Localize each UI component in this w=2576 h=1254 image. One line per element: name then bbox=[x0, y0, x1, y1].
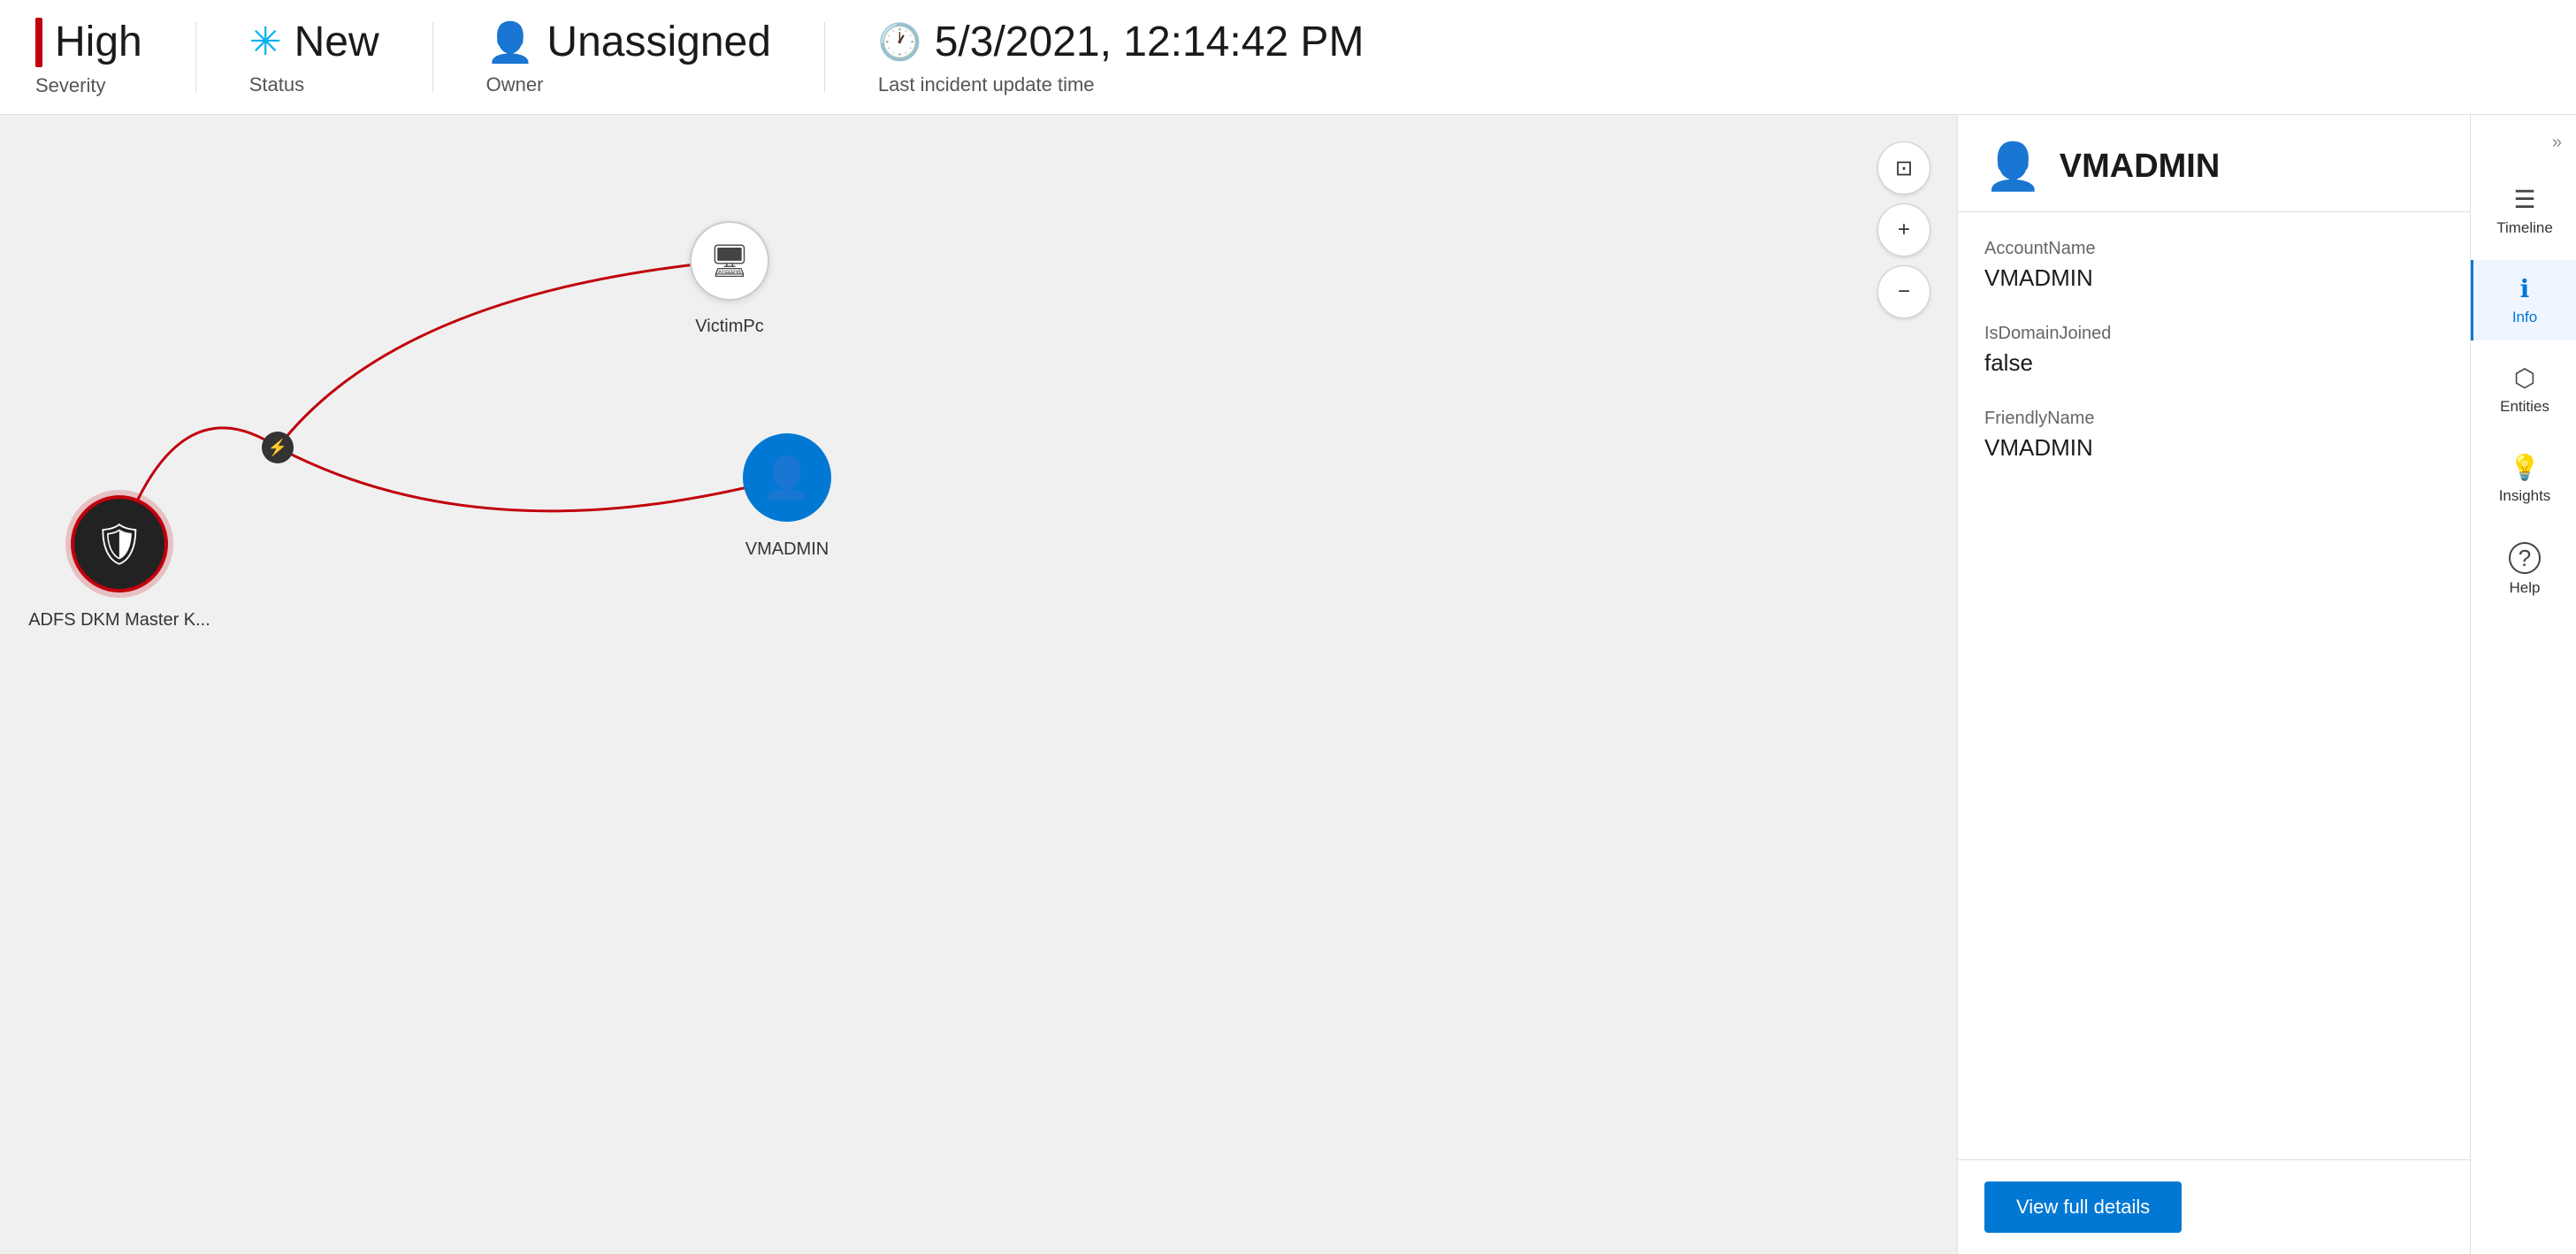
graph-svg bbox=[0, 115, 1957, 1254]
severity-bar bbox=[35, 18, 42, 67]
info-field-0: AccountName VMADMIN bbox=[1984, 239, 2443, 292]
severity-label: High bbox=[55, 18, 142, 66]
alert-node[interactable]: 🛡 bbox=[71, 495, 168, 593]
time-item: 🕐 5/3/2021, 12:14:42 PM Last incident up… bbox=[878, 18, 1364, 96]
zoom-in-button[interactable]: + bbox=[1877, 203, 1930, 256]
status-icon: ✳ bbox=[249, 19, 282, 65]
main-layout: 🛡 ADFS DKM Master K... ⚡ 🖥 VictimPc 👤 VM… bbox=[0, 115, 2576, 1254]
info-value-0: VMADMIN bbox=[1984, 264, 2443, 292]
info-value-2: VMADMIN bbox=[1984, 434, 2443, 462]
side-nav: » ☰ Timeline ℹ Info ⬡ Entities 💡 Insight… bbox=[2470, 115, 2576, 1254]
info-field-1: IsDomainJoined false bbox=[1984, 324, 2443, 377]
info-label: Info bbox=[2512, 309, 2537, 326]
view-full-details-button[interactable]: View full details bbox=[1984, 1181, 2182, 1233]
timeline-label: Timeline bbox=[2496, 219, 2553, 237]
divider-3 bbox=[824, 22, 825, 93]
graph-area[interactable]: 🛡 ADFS DKM Master K... ⚡ 🖥 VictimPc 👤 VM… bbox=[0, 115, 1957, 1254]
panel-content: AccountName VMADMIN IsDomainJoined false… bbox=[1958, 212, 2470, 1159]
alert-node-label: ADFS DKM Master K... bbox=[28, 610, 210, 631]
collapse-icon: » bbox=[2552, 133, 2562, 153]
status-item[interactable]: ✳ New Status bbox=[249, 18, 379, 96]
entities-label: Entities bbox=[2500, 398, 2549, 416]
sidenav-timeline[interactable]: ☰ Timeline bbox=[2471, 171, 2576, 251]
collapse-button[interactable]: » bbox=[2471, 133, 2576, 153]
panel-header-icon: 👤 bbox=[1984, 140, 2042, 194]
sidenav-entities[interactable]: ⬡ Entities bbox=[2471, 349, 2576, 430]
timeline-icon: ☰ bbox=[2513, 185, 2535, 214]
info-label-0: AccountName bbox=[1984, 239, 2443, 259]
sidenav-help[interactable]: ? Help bbox=[2471, 528, 2576, 611]
sidenav-insights[interactable]: 💡 Insights bbox=[2471, 439, 2576, 519]
clock-icon: 🕐 bbox=[878, 21, 922, 63]
info-value-1: false bbox=[1984, 349, 2443, 377]
help-icon: ? bbox=[2509, 542, 2541, 574]
owner-sub: Owner bbox=[486, 73, 771, 96]
vmadmin-graph-label: VMADMIN bbox=[745, 539, 829, 560]
status-sub: Status bbox=[249, 73, 379, 96]
info-label-2: FriendlyName bbox=[1984, 409, 2443, 429]
owner-item[interactable]: 👤 Unassigned Owner bbox=[486, 18, 771, 96]
zoom-out-button[interactable]: − bbox=[1877, 265, 1930, 318]
time-label: 5/3/2021, 12:14:42 PM bbox=[935, 18, 1364, 66]
vmadmin-node[interactable]: 👤 bbox=[743, 433, 831, 522]
help-label: Help bbox=[2510, 579, 2541, 597]
divider-1 bbox=[195, 22, 196, 93]
info-label-1: IsDomainJoined bbox=[1984, 324, 2443, 344]
right-panel: 👤 VMADMIN AccountName VMADMIN IsDomainJo… bbox=[1957, 115, 2470, 1254]
fit-button[interactable]: ⊡ bbox=[1877, 141, 1930, 195]
insights-icon: 💡 bbox=[2510, 453, 2541, 482]
entities-icon: ⬡ bbox=[2514, 363, 2535, 393]
victimpc-node[interactable]: 🖥 bbox=[690, 221, 769, 301]
header: High Severity ✳ New Status 👤 Unassigned … bbox=[0, 0, 2576, 115]
status-label: New bbox=[294, 18, 379, 66]
panel-footer: View full details bbox=[1958, 1159, 2470, 1254]
divider-2 bbox=[432, 22, 433, 93]
owner-label: Unassigned bbox=[547, 18, 771, 66]
panel-title: VMADMIN bbox=[2060, 148, 2221, 186]
severity-item[interactable]: High Severity bbox=[35, 18, 142, 97]
severity-sub: Severity bbox=[35, 74, 142, 97]
insights-label: Insights bbox=[2499, 487, 2551, 505]
graph-controls: ⊡ + − bbox=[1877, 141, 1930, 318]
info-field-2: FriendlyName VMADMIN bbox=[1984, 409, 2443, 462]
panel-header: 👤 VMADMIN bbox=[1958, 115, 2470, 212]
sidenav-info[interactable]: ℹ Info bbox=[2471, 260, 2576, 340]
victimpc-label: VictimPc bbox=[695, 317, 763, 337]
time-sub: Last incident update time bbox=[878, 73, 1364, 96]
owner-icon: 👤 bbox=[486, 19, 535, 65]
mid-node: ⚡ bbox=[262, 432, 294, 463]
info-icon: ℹ bbox=[2520, 274, 2530, 303]
